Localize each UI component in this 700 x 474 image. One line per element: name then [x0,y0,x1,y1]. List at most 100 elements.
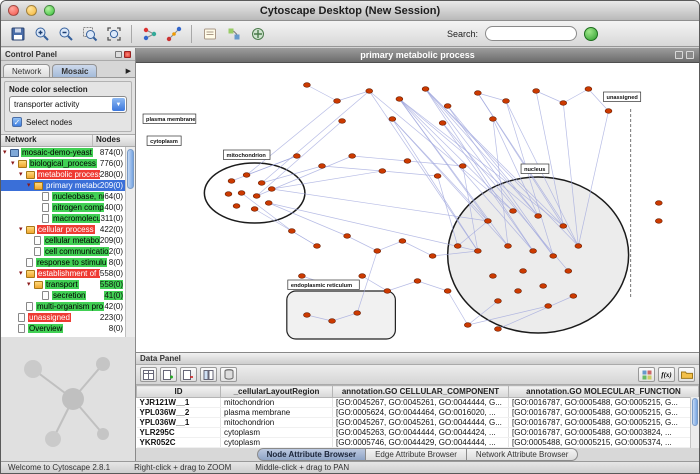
select-nodes-checkbox[interactable]: ✓ [12,117,22,127]
network-node[interactable] [510,209,517,214]
network-edge[interactable] [242,193,292,231]
float-view-icon[interactable] [675,51,683,59]
network-node[interactable] [530,249,537,254]
network-node[interactable] [303,313,310,318]
network-node[interactable] [505,244,512,249]
expand-triangle-icon[interactable]: ▾ [27,182,34,190]
network-edge[interactable] [262,91,370,183]
tree-scrollbar-thumb[interactable] [127,149,134,189]
network-edge[interactable] [536,91,563,103]
network-node[interactable] [303,83,310,88]
network-edge[interactable] [402,241,432,256]
close-panel-icon[interactable] [124,51,131,58]
network-node[interactable] [585,87,592,92]
expand-triangle-icon[interactable]: ▾ [19,226,26,234]
tree-row[interactable]: response to stimulu8(0) [1,257,135,268]
network-edge[interactable] [382,171,437,176]
network-edge[interactable] [387,281,417,291]
network-node[interactable] [503,99,510,104]
layout-icon[interactable] [223,23,244,44]
expand-triangle-icon[interactable]: ▾ [11,160,18,168]
search-options-icon[interactable] [584,27,598,41]
function-icon[interactable]: f(x) [658,367,675,382]
tree-row[interactable]: ▾mosaic-demo-yeast874(0) [1,147,135,158]
table-row[interactable]: YJR121W__1mitochondrion[GO:0045267, GO:0… [137,398,699,408]
tree-scrollbar[interactable] [125,147,135,337]
network-node[interactable] [396,97,403,102]
network-node[interactable] [560,101,567,106]
network-edge[interactable] [563,89,588,103]
network-node[interactable] [265,201,272,206]
network-edge[interactable] [352,156,407,161]
network-node[interactable] [238,191,245,196]
close-window-button[interactable] [8,5,19,16]
network-node[interactable] [429,254,436,259]
network-edge[interactable] [272,189,488,221]
network-node[interactable] [366,89,373,94]
graphics-details-icon[interactable] [163,23,184,44]
annotation-icon[interactable] [199,23,220,44]
network-node[interactable] [454,244,461,249]
trash-icon[interactable] [220,367,237,382]
network-node[interactable] [520,269,527,274]
network-edge[interactable] [272,171,383,189]
network-edge[interactable] [269,203,478,251]
network-node[interactable] [439,121,446,126]
network-node[interactable] [314,244,321,249]
network-node[interactable] [268,187,275,192]
column-header[interactable]: annotation.GO CELLULAR_COMPONENT [333,386,509,398]
tree-row[interactable]: multi-organism pro42(0) [1,301,135,312]
network-node[interactable] [474,91,481,96]
search-input[interactable] [485,26,577,41]
expand-triangle-icon[interactable]: ▾ [19,171,26,179]
table-row[interactable]: YKR052Ccytoplasm[GO:0005746, GO:0044429,… [137,438,699,448]
network-node[interactable] [414,279,421,284]
attribute-new-icon[interactable] [160,367,177,382]
column-header[interactable]: ID [137,386,221,398]
table-row[interactable]: YLR295Ccytoplasm[GO:0045263, GO:0044444,… [137,428,699,438]
tab-scroll-right-icon[interactable]: ▶ [126,67,133,77]
attribute-modify-icon[interactable] [180,367,197,382]
expand-triangle-icon[interactable]: ▾ [19,270,26,278]
network-node[interactable] [374,249,381,254]
tree-row[interactable]: Overview8(0) [1,323,135,334]
tree-row[interactable]: ▾cellular process422(0) [1,224,135,235]
network-node[interactable] [464,323,471,328]
network-node[interactable] [434,174,441,179]
network-edge[interactable] [392,119,477,251]
network-node[interactable] [540,284,547,289]
network-edge[interactable] [347,236,377,251]
network-edge[interactable] [362,276,387,291]
folder-icon[interactable] [678,367,695,382]
plugin-icon[interactable] [247,23,268,44]
network-overview-icon[interactable] [139,23,160,44]
zoom-window-button[interactable] [44,5,55,16]
network-node[interactable] [359,274,366,279]
tab-mosaic[interactable]: Mosaic [52,64,97,77]
network-node[interactable] [459,164,466,169]
tree-row[interactable]: macromolecule m311(0) [1,213,135,224]
network-node[interactable] [444,104,451,109]
network-node[interactable] [655,201,662,206]
network-node[interactable] [404,159,411,164]
network-node[interactable] [560,224,567,229]
network-node[interactable] [495,327,502,332]
network-node[interactable] [489,274,496,279]
network-edge[interactable] [322,166,382,171]
network-node[interactable] [565,269,572,274]
minimize-window-button[interactable] [26,5,37,16]
network-node[interactable] [384,289,391,294]
network-node[interactable] [253,194,260,199]
tree-row[interactable]: ▾metabolic process280(0) [1,169,135,180]
network-node[interactable] [329,319,336,324]
network-node[interactable] [655,219,662,224]
network-node[interactable] [515,289,522,294]
network-node[interactable] [258,181,265,186]
network-node[interactable] [575,244,582,249]
network-canvas[interactable]: plasma membranecytoplasmmitochondrionnuc… [136,63,699,352]
table-row[interactable]: YDR039C__1mitochondrion[GO:0045267, GO:0… [137,448,699,449]
zoom-out-icon[interactable] [55,23,76,44]
network-node[interactable] [349,154,356,159]
maximize-view-icon[interactable] [686,51,694,59]
network-node[interactable] [319,164,326,169]
